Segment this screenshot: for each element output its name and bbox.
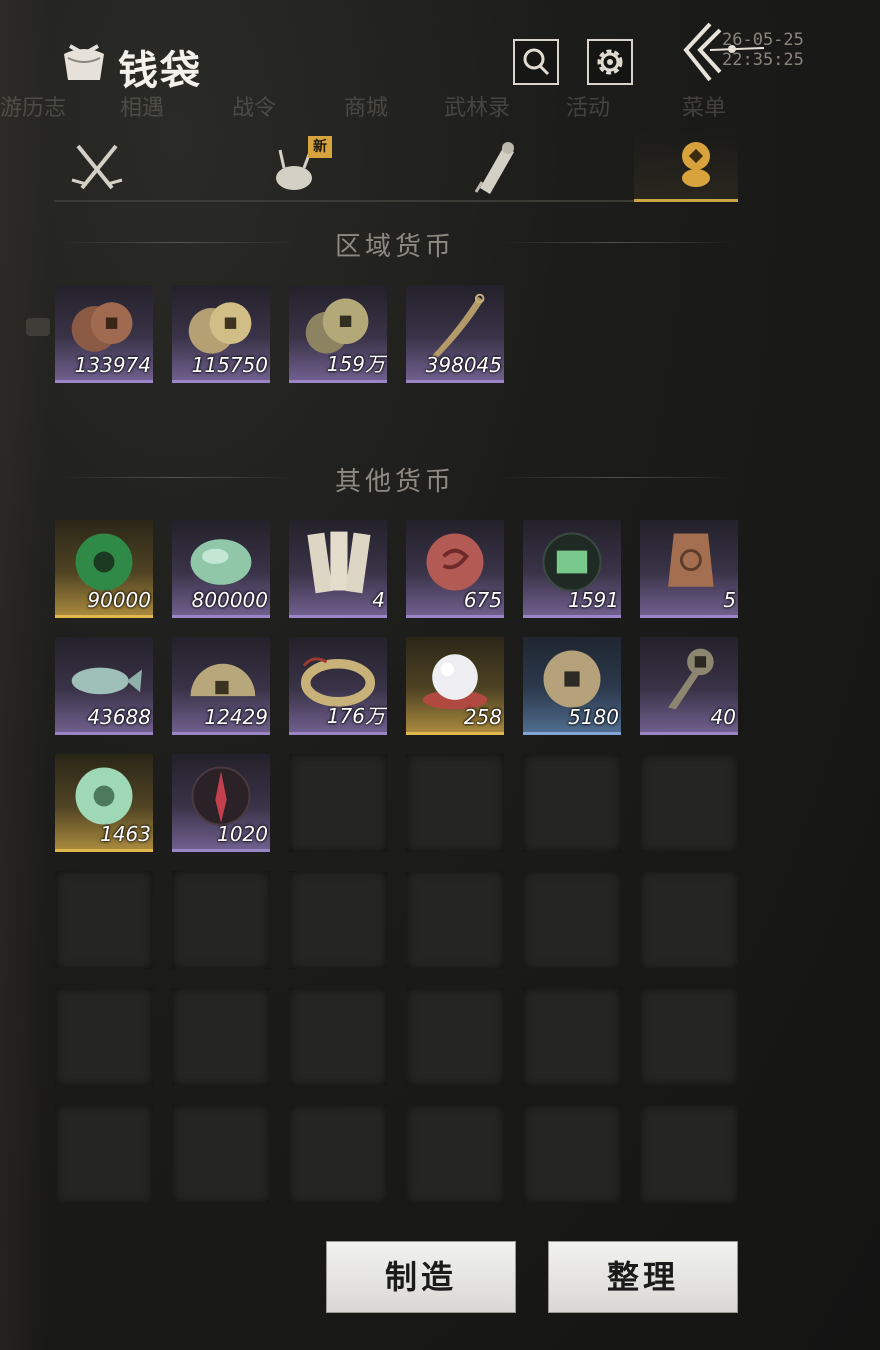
empty-slot xyxy=(289,988,387,1086)
item-quantity: 800000 xyxy=(191,588,268,612)
search-icon xyxy=(523,48,550,76)
empty-slot xyxy=(55,1105,153,1203)
tab-currency[interactable] xyxy=(634,132,738,200)
item-quantity: 675 xyxy=(463,588,502,612)
currency-slot[interactable]: 5 xyxy=(640,520,738,618)
item-quantity: 176万 xyxy=(326,704,385,728)
currency-slot[interactable]: 115750 xyxy=(172,285,270,383)
currency-slot[interactable]: 1591 xyxy=(523,520,621,618)
category-tabs: 新 xyxy=(54,132,738,202)
item-quantity: 1591 xyxy=(568,588,619,612)
active-tab-indicator xyxy=(634,199,738,202)
item-quantity: 1020 xyxy=(217,822,268,846)
item-quantity: 90000 xyxy=(87,588,151,612)
item-quantity: 5 xyxy=(723,588,736,612)
back-chevron-icon xyxy=(683,22,765,82)
currency-slot[interactable]: 398045 xyxy=(406,285,504,383)
item-quantity: 5180 xyxy=(568,705,619,729)
coin-stack-icon xyxy=(682,142,710,187)
currency-slot[interactable]: 675 xyxy=(406,520,504,618)
crossed-swords-icon xyxy=(71,144,123,190)
new-badge: 新 xyxy=(308,136,332,158)
currency-slot[interactable]: 133974 xyxy=(55,285,153,383)
section-title-regional: 区域货币 xyxy=(334,232,455,262)
section-title-other: 其他货币 xyxy=(334,467,455,497)
currency-slot[interactable]: 5180 xyxy=(523,637,621,735)
empty-slot xyxy=(640,754,738,852)
currency-slot[interactable]: 4 xyxy=(289,520,387,618)
empty-slot xyxy=(289,871,387,969)
item-quantity: 12429 xyxy=(204,705,268,729)
sort-button[interactable]: 整理 xyxy=(548,1241,738,1313)
empty-slot xyxy=(55,871,153,969)
currency-slot[interactable]: 43688 xyxy=(55,637,153,735)
item-quantity: 133974 xyxy=(74,353,151,377)
money-pouch-panel: 钱袋 新 区域货币 133974 115750 159万 398045 其他货币… xyxy=(0,0,880,1350)
currency-slot[interactable]: 1463 xyxy=(55,754,153,852)
bronze-plaque-icon xyxy=(668,533,714,587)
settings-button[interactable] xyxy=(587,39,633,85)
empty-slot xyxy=(523,754,621,852)
tab-weapons[interactable] xyxy=(54,132,174,200)
empty-slot xyxy=(406,871,504,969)
page-title: 钱袋 xyxy=(118,47,202,94)
gear-icon xyxy=(597,49,623,75)
empty-slot xyxy=(406,988,504,1086)
item-quantity: 40 xyxy=(710,705,736,729)
empty-slot xyxy=(55,988,153,1086)
empty-slot xyxy=(640,1105,738,1203)
empty-slot xyxy=(640,871,738,969)
empty-slot xyxy=(523,1105,621,1203)
currency-slot[interactable]: 258 xyxy=(406,637,504,735)
item-quantity: 398045 xyxy=(425,353,502,377)
currency-slot[interactable]: 40 xyxy=(640,637,738,735)
craft-button[interactable]: 制造 xyxy=(326,1241,516,1313)
empty-slot xyxy=(406,754,504,852)
empty-slot xyxy=(172,1105,270,1203)
paper-notes-icon xyxy=(307,531,371,594)
item-quantity: 159万 xyxy=(326,352,385,376)
empty-slot xyxy=(172,871,270,969)
empty-slot xyxy=(523,988,621,1086)
currency-slot[interactable]: 800000 xyxy=(172,520,270,618)
empty-slot xyxy=(523,871,621,969)
currency-slot[interactable]: 176万 xyxy=(289,637,387,735)
empty-slot xyxy=(406,1105,504,1203)
currency-slot[interactable]: 1020 xyxy=(172,754,270,852)
empty-slot xyxy=(172,988,270,1086)
scroll-icon xyxy=(474,142,514,194)
currency-slot[interactable]: 12429 xyxy=(172,637,270,735)
empty-slot xyxy=(289,754,387,852)
money-pouch-icon xyxy=(60,40,108,84)
back-button[interactable] xyxy=(680,20,770,86)
item-quantity: 258 xyxy=(463,705,502,729)
item-quantity: 4 xyxy=(372,588,385,612)
item-quantity: 43688 xyxy=(87,705,151,729)
search-button[interactable] xyxy=(513,39,559,85)
currency-slot[interactable]: 90000 xyxy=(55,520,153,618)
currency-slot[interactable]: 159万 xyxy=(289,285,387,383)
tab-scrolls[interactable] xyxy=(446,132,566,200)
empty-slot xyxy=(640,988,738,1086)
item-quantity: 1463 xyxy=(100,822,151,846)
empty-slot xyxy=(289,1105,387,1203)
item-quantity: 115750 xyxy=(191,353,268,377)
